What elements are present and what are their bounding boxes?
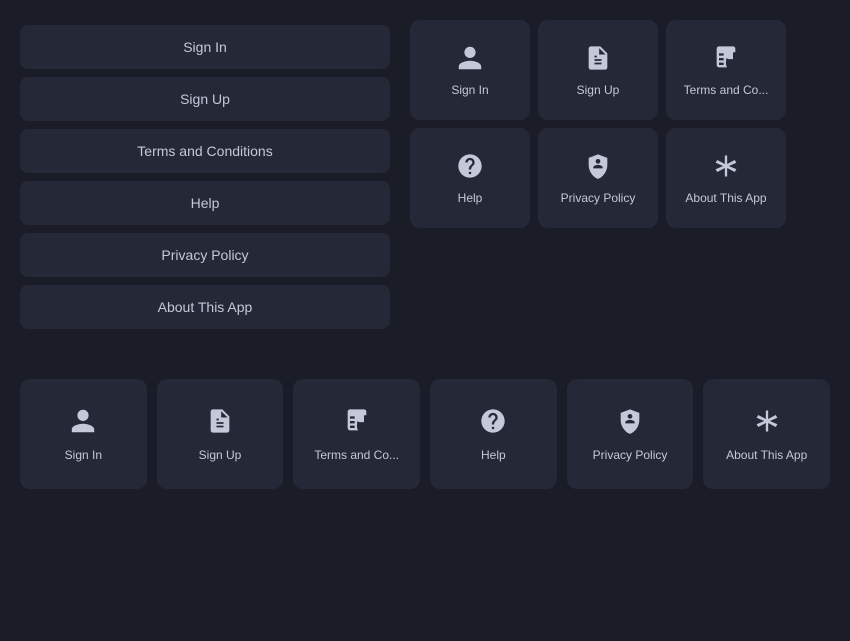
about-tile[interactable]: About This App [666, 128, 786, 228]
privacy-list-btn[interactable]: Privacy Policy [20, 233, 390, 277]
sign-in-list-btn[interactable]: Sign In [20, 25, 390, 69]
sign-in-bottom-label: Sign In [61, 448, 106, 462]
about-bottom-label: About This App [722, 448, 811, 462]
terms-list-btn[interactable]: Terms and Conditions [20, 129, 390, 173]
sign-up-list-btn[interactable]: Sign Up [20, 77, 390, 121]
privacy-bottom[interactable]: Privacy Policy [567, 379, 694, 489]
sign-up-bottom-label: Sign Up [195, 448, 246, 462]
help-bottom[interactable]: Help [430, 379, 557, 489]
asterisk-icon [712, 152, 740, 183]
doc-icon [206, 407, 234, 440]
help-tile[interactable]: Help [410, 128, 530, 228]
help-list-btn[interactable]: Help [20, 181, 390, 225]
question-icon [456, 152, 484, 183]
bottom-tiles-panel: Sign In Sign Up Terms and Co... Help Privacy… [20, 379, 830, 489]
sign-in-bottom[interactable]: Sign In [20, 379, 147, 489]
help-bottom-label: Help [477, 448, 510, 462]
privacy-bottom-label: Privacy Policy [589, 448, 672, 462]
question-icon [479, 407, 507, 440]
terms-tile-label: Terms and Co... [680, 83, 773, 97]
privacy-tile[interactable]: Privacy Policy [538, 128, 658, 228]
about-list-btn[interactable]: About This App [20, 285, 390, 329]
shield-icon [616, 407, 644, 440]
shield-icon [584, 152, 612, 183]
about-bottom[interactable]: About This App [703, 379, 830, 489]
book-icon [343, 407, 371, 440]
book-icon [712, 44, 740, 75]
sign-in-tile-label: Sign In [447, 83, 492, 97]
help-tile-label: Help [454, 191, 487, 205]
sign-up-bottom[interactable]: Sign Up [157, 379, 284, 489]
user-icon [69, 407, 97, 440]
asterisk-icon [753, 407, 781, 440]
sign-up-tile[interactable]: Sign Up [538, 20, 658, 120]
user-icon [456, 44, 484, 75]
doc-icon [584, 44, 612, 75]
terms-bottom-label: Terms and Co... [310, 448, 403, 462]
list-buttons-panel: Sign In Sign Up Terms and Conditions Help Pr… [20, 20, 390, 329]
terms-tile[interactable]: Terms and Co... [666, 20, 786, 120]
top-section: Sign In Sign Up Terms and Conditions Help Pr… [20, 20, 830, 329]
sign-up-tile-label: Sign Up [573, 83, 624, 97]
privacy-tile-label: Privacy Policy [557, 191, 640, 205]
about-tile-label: About This App [681, 191, 770, 205]
terms-bottom[interactable]: Terms and Co... [293, 379, 420, 489]
sign-in-tile[interactable]: Sign In [410, 20, 530, 120]
icon-grid-panel: Sign In Sign Up Terms and Co... Help Privacy… [410, 20, 786, 329]
